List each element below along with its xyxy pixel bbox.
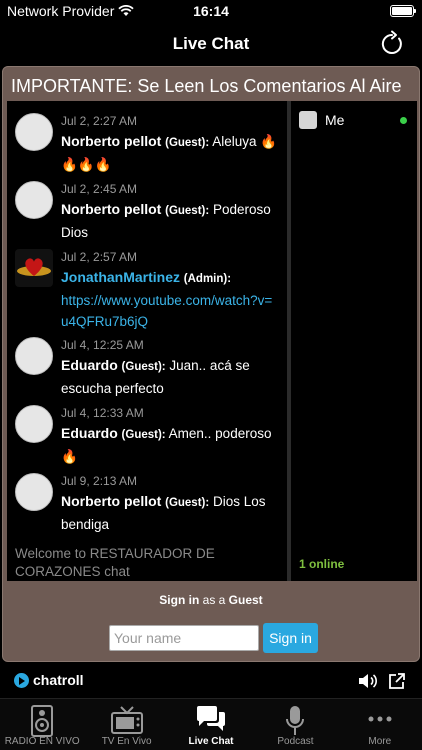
tab-live-chat[interactable]: Live Chat [169,699,253,750]
chatroll-logo[interactable]: chatroll [14,672,84,688]
message-role: (Admin): [183,273,232,285]
chatroll-bar: chatroll [0,664,422,698]
status-bar: Network Provider 16:14 [0,0,422,22]
nav-bar: Live Chat [0,22,422,66]
message-item: Jul 2, 2:57 AM JonathanMartinez (Admin):… [15,249,279,332]
message-author[interactable]: Norberto pellot [61,133,161,149]
online-status-dot [400,117,407,124]
speaker-icon [31,705,54,737]
tab-label: More [368,736,392,747]
chat-widget: IMPORTANTE: Se Leen Los Comentarios Al A… [2,66,420,662]
admin-logo-icon [17,258,51,276]
chatroll-icon [14,672,29,688]
sound-icon[interactable] [358,672,378,690]
user-name: Me [325,112,345,128]
user-avatar [15,473,53,511]
message-author[interactable]: Norberto pellot [61,201,161,217]
signin-prompt: Sign in as a Guest [3,593,419,607]
signin-prefix: Sign in [159,593,200,607]
page-title: Live Chat [172,34,250,53]
message-role: (Guest): [165,137,210,149]
message-time: Jul 4, 12:33 AM [61,406,144,420]
signin-role: Guest [228,593,263,607]
user-list-item[interactable]: Me [299,111,409,129]
clock: 16:14 [193,3,229,19]
tv-icon [110,706,143,734]
user-avatar [15,113,53,151]
message-role: (Guest): [165,497,210,509]
name-input[interactable] [109,625,259,651]
user-avatar [15,181,53,219]
message-list[interactable]: Jul 2, 2:27 AM Norberto pellot (Guest): … [7,101,287,581]
message-time: Jul 2, 2:27 AM [61,114,138,128]
microphone-icon [286,706,305,735]
chat-body: Jul 2, 2:27 AM Norberto pellot (Guest): … [7,101,417,581]
message-time: Jul 4, 12:25 AM [61,338,144,352]
message-item: Jul 2, 2:27 AM Norberto pellot (Guest): … [15,113,279,175]
chat-bubbles-icon [197,706,226,731]
online-count: 1 online [299,557,345,571]
admin-avatar [15,249,53,287]
tab-label: RADIO EN VIVO [4,736,80,747]
message-role: (Guest): [121,429,166,441]
user-avatar [15,405,53,443]
tab-podcast[interactable]: Podcast [253,699,337,750]
message-time: Jul 2, 2:57 AM [61,250,138,264]
message-author[interactable]: JonathanMartinez [61,269,180,285]
message-item: Jul 2, 2:45 AM Norberto pellot (Guest): … [15,181,279,243]
message-role: (Guest): [121,361,166,373]
chat-header: IMPORTANTE: Se Leen Los Comentarios Al A… [11,76,402,96]
message-item: Jul 4, 12:25 AM Eduardo (Guest): Juan.. … [15,337,279,399]
tab-label: Live Chat [188,736,234,747]
user-avatar [299,111,317,129]
battery-icon [390,5,416,17]
tab-more[interactable]: More [338,699,422,750]
chatroll-brand: chatroll [33,672,84,688]
user-avatar [15,337,53,375]
message-item: Jul 4, 12:33 AM Eduardo (Guest): Amen.. … [15,405,279,467]
welcome-message: Welcome to RESTAURADOR DE CORAZONES chat [15,546,215,579]
refresh-icon[interactable] [378,30,406,58]
message-link[interactable]: https://www.youtube.com/watch?v=u4QFRu7b… [61,290,279,332]
signin-button[interactable]: Sign in [263,623,318,653]
more-dots-icon [368,716,392,722]
message-time: Jul 9, 2:13 AM [61,474,138,488]
tab-label: Podcast [277,736,314,747]
message-role: (Guest): [165,205,210,217]
message-item: Jul 9, 2:13 AM Norberto pellot (Guest): … [15,473,279,535]
signin-middle: as a [202,593,226,607]
tab-radio-en-vivo[interactable]: RADIO EN VIVO [0,699,84,750]
message-author[interactable]: Eduardo [61,357,118,373]
tab-bar: RADIO EN VIVO TV En Vivo Live Chat Podca… [0,698,422,750]
tab-label: TV En Vivo [101,736,152,747]
message-author[interactable]: Eduardo [61,425,118,441]
message-author[interactable]: Norberto pellot [61,493,161,509]
online-users-panel: Me 1 online [291,101,417,581]
message-time: Jul 2, 2:45 AM [61,182,138,196]
popout-icon[interactable] [388,672,406,690]
tab-tv-en-vivo[interactable]: TV En Vivo [84,699,168,750]
